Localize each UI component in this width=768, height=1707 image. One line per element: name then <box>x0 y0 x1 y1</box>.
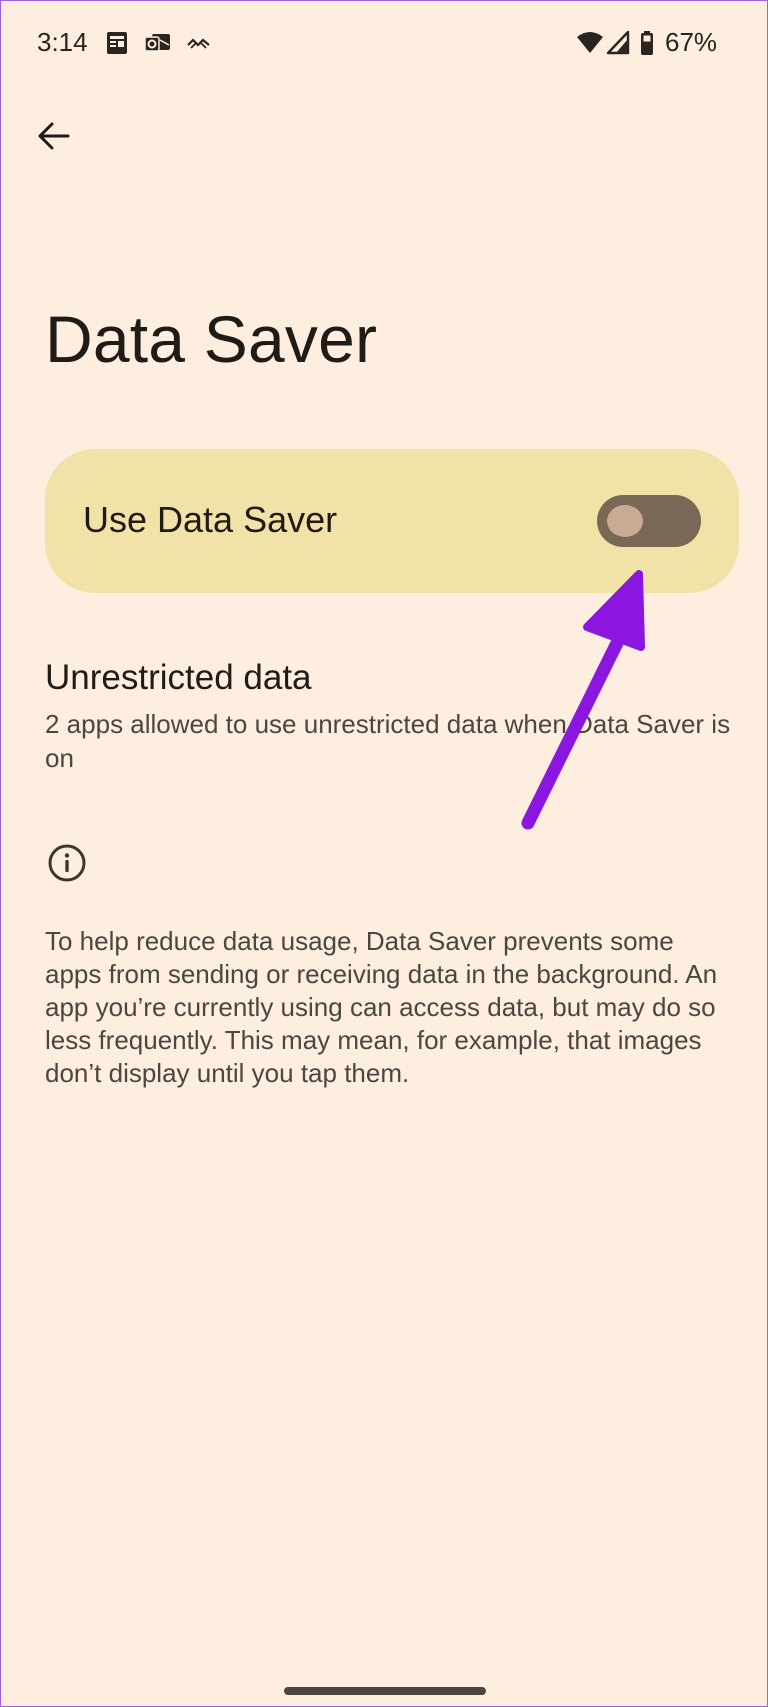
unrestricted-data-title: Unrestricted data <box>45 658 312 697</box>
info-icon <box>47 843 87 883</box>
page-title: Data Saver <box>45 302 378 376</box>
status-time: 3:14 <box>37 27 88 57</box>
annotation-arrow <box>521 570 645 830</box>
wifi-icon <box>575 29 605 57</box>
unrestricted-data-item[interactable]: Unrestricted data 2 apps allowed to use … <box>45 657 735 775</box>
vpn-squiggle-icon <box>185 29 215 57</box>
use-data-saver-card[interactable]: Use Data Saver <box>45 449 739 593</box>
data-saver-screen: 3:14 67% Data Saver Use Data Saver Unres… <box>0 0 768 1707</box>
data-saver-description: To help reduce data usage, Data Saver pr… <box>45 926 718 1088</box>
outlook-icon <box>143 29 173 57</box>
arrow-back-icon <box>38 122 70 150</box>
unrestricted-data-summary: 2 apps allowed to use unrestricted data … <box>45 709 731 773</box>
status-bar: 3:14 67% <box>1 1 767 85</box>
switch-thumb <box>607 505 643 537</box>
gesture-navigation-bar[interactable] <box>284 1687 486 1695</box>
back-button[interactable] <box>29 111 79 161</box>
signal-icon <box>606 29 636 57</box>
battery-percentage: 67% <box>665 27 718 57</box>
battery-icon <box>638 29 668 57</box>
use-data-saver-label: Use Data Saver <box>83 499 338 540</box>
news-icon <box>104 29 134 57</box>
use-data-saver-switch[interactable] <box>597 495 701 547</box>
